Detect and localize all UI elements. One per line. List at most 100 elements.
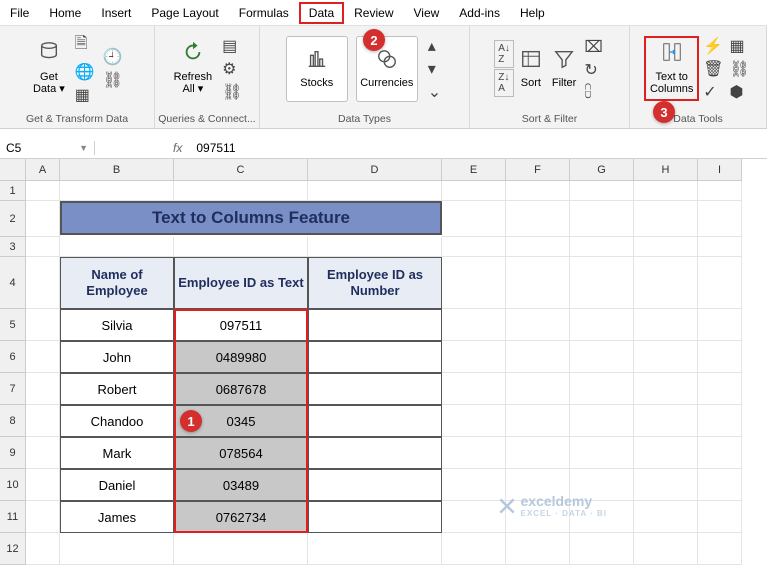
name-box-value: C5 <box>6 141 21 155</box>
remove-dup-icon[interactable]: 🗑 <box>701 58 725 80</box>
cell-id-num[interactable] <box>308 501 442 533</box>
cell-id-num[interactable] <box>308 405 442 437</box>
formula-input[interactable]: 097511 <box>190 141 767 155</box>
row-header-4[interactable]: 4 <box>0 257 26 309</box>
callout-3: 3 <box>653 101 675 123</box>
recent-sources-icon[interactable]: 🕘 <box>101 46 125 68</box>
expand-icon[interactable]: ⌄ <box>426 81 443 103</box>
table-row: John0489980 <box>26 341 767 373</box>
row-1 <box>26 181 767 201</box>
menu-home[interactable]: Home <box>39 2 91 24</box>
chevron-down-icon[interactable]: ▼ <box>79 143 88 153</box>
row-header-2[interactable]: 2 <box>0 201 26 237</box>
cell-id-num[interactable] <box>308 469 442 501</box>
row-header-5[interactable]: 5 <box>0 309 26 341</box>
table-row: Robert0687678 <box>26 373 767 405</box>
queries-icon[interactable]: ▤ <box>220 35 244 57</box>
consolidate-icon[interactable]: ▦ <box>728 35 752 57</box>
from-table-icon[interactable]: ▦ <box>73 84 97 106</box>
menu-insert[interactable]: Insert <box>91 2 141 24</box>
group-data-types: Data Types <box>260 111 469 128</box>
col-header-C[interactable]: C <box>174 159 308 181</box>
cell-name[interactable]: Robert <box>60 373 174 405</box>
text-to-columns-button[interactable]: Text toColumns <box>644 36 699 101</box>
menu-bar: File Home Insert Page Layout Formulas Da… <box>0 0 767 26</box>
clear-icon[interactable]: ⌧ <box>582 36 604 58</box>
cell-id-num[interactable] <box>308 437 442 469</box>
col-header-E[interactable]: E <box>442 159 506 181</box>
filter-button[interactable]: Filter <box>548 46 580 92</box>
row-header-3[interactable]: 3 <box>0 237 26 257</box>
menu-addins[interactable]: Add-ins <box>449 2 510 24</box>
col-header-I[interactable]: I <box>698 159 742 181</box>
text-to-columns-icon <box>661 41 683 68</box>
table-row: Mark078564 <box>26 437 767 469</box>
data-valid-icon[interactable]: ✓ <box>701 81 725 103</box>
menu-page-layout[interactable]: Page Layout <box>141 2 228 24</box>
col-header-B[interactable]: B <box>60 159 174 181</box>
row-header-1[interactable]: 1 <box>0 181 26 201</box>
cell-id-text[interactable]: 0489980 <box>174 341 308 373</box>
menu-data[interactable]: Data <box>299 2 344 24</box>
col-header-H[interactable]: H <box>634 159 698 181</box>
reapply-icon[interactable]: ↻ <box>582 59 604 81</box>
cell-id-text[interactable]: 03489 <box>174 469 308 501</box>
cell-id-text[interactable]: 097511 <box>174 309 308 341</box>
relationships-icon[interactable]: ⛓ <box>728 58 752 80</box>
group-data-tools: Data Tools <box>630 111 766 128</box>
stocks-button[interactable]: Stocks <box>286 36 348 102</box>
menu-file[interactable]: File <box>0 2 39 24</box>
row-header-9[interactable]: 9 <box>0 437 26 469</box>
col-header-D[interactable]: D <box>308 159 442 181</box>
row-header-7[interactable]: 7 <box>0 373 26 405</box>
properties-icon[interactable]: ⚙ <box>220 58 244 80</box>
row-header-6[interactable]: 6 <box>0 341 26 373</box>
cell-name[interactable]: Daniel <box>60 469 174 501</box>
cell-name[interactable]: Chandoo <box>60 405 174 437</box>
col-header-A[interactable]: A <box>26 159 60 181</box>
select-all-corner[interactable] <box>0 159 26 181</box>
scroll-down-icon[interactable]: ▾ <box>426 58 443 80</box>
table-row: Silvia097511 <box>26 309 767 341</box>
row-header-8[interactable]: 8 <box>0 405 26 437</box>
col-header-id-num: Employee ID as Number <box>308 257 442 309</box>
cell-name[interactable]: John <box>60 341 174 373</box>
refresh-all-button[interactable]: RefreshAll ▾ <box>170 39 217 98</box>
flash-fill-icon[interactable]: ⚡ <box>701 35 725 57</box>
cell-id-text[interactable]: 078564 <box>174 437 308 469</box>
row-header-11[interactable]: 11 <box>0 501 26 533</box>
cell-name[interactable]: James <box>60 501 174 533</box>
cell-name[interactable]: Silvia <box>60 309 174 341</box>
advanced-icon[interactable]: ⩉ <box>582 82 604 102</box>
row-header-10[interactable]: 10 <box>0 469 26 501</box>
menu-view[interactable]: View <box>404 2 450 24</box>
sort-az-icon[interactable]: A↓Z <box>494 40 514 68</box>
scroll-up-icon[interactable]: ▴ <box>426 35 443 57</box>
col-header-F[interactable]: F <box>506 159 570 181</box>
sort-button[interactable]: Sort <box>516 46 546 92</box>
sort-icon <box>520 48 542 75</box>
from-text-icon[interactable]: 🗎 <box>73 31 97 60</box>
sort-za-icon[interactable]: Z↓A <box>494 69 514 97</box>
cell-id-num[interactable] <box>308 309 442 341</box>
fx-label[interactable]: fx <box>165 141 190 155</box>
menu-review[interactable]: Review <box>344 2 403 24</box>
from-web-icon[interactable]: 🌐 <box>73 61 97 83</box>
cell-id-num[interactable] <box>308 341 442 373</box>
get-data-button[interactable]: GetData ▾ <box>29 39 69 98</box>
existing-conn-icon[interactable]: ⛓ <box>101 69 125 91</box>
col-header-G[interactable]: G <box>570 159 634 181</box>
cell-id-text[interactable]: 0762734 <box>174 501 308 533</box>
edit-links-icon[interactable]: ⛓ <box>220 81 244 103</box>
cell-name[interactable]: Mark <box>60 437 174 469</box>
menu-formulas[interactable]: Formulas <box>229 2 299 24</box>
callout-2: 2 <box>363 29 385 51</box>
menu-help[interactable]: Help <box>510 2 555 24</box>
col-header-id-text: Employee ID as Text <box>174 257 308 309</box>
name-box[interactable]: C5 ▼ <box>0 141 95 155</box>
cell-id-num[interactable] <box>308 373 442 405</box>
row-header-12[interactable]: 12 <box>0 533 26 565</box>
data-model-icon[interactable]: ⬢ <box>728 81 752 103</box>
cell-id-text[interactable]: 0687678 <box>174 373 308 405</box>
group-queries: Queries & Connect... <box>155 111 259 128</box>
